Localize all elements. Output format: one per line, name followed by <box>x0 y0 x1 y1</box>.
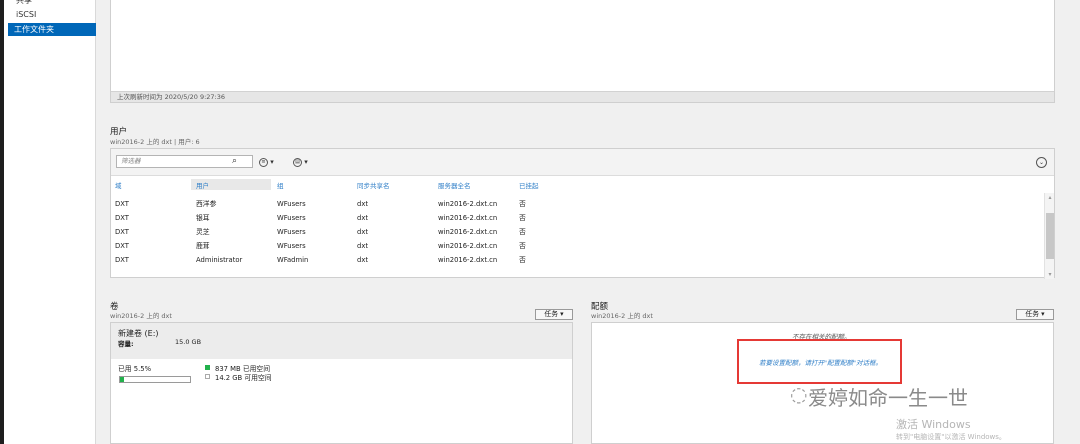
capacity-label: 容量: <box>118 340 134 348</box>
chevron-down-icon[interactable]: ⌄ <box>1036 157 1047 168</box>
group-options-button[interactable]: ▤ ▾ <box>293 156 315 168</box>
cell-sync-share: dxt <box>357 200 369 208</box>
cell-suspended: 否 <box>519 256 526 264</box>
column-header-server[interactable]: 服务器全名 <box>438 180 471 190</box>
sidebar-item-label: 共享 <box>16 0 32 5</box>
last-refresh-status: 上次刷新时间为 2020/5/20 9:27:36 <box>111 91 1054 102</box>
used-percent-label: 已用 5.5% <box>118 365 152 373</box>
chat-icon: ◌ <box>790 382 808 406</box>
capacity-value: 15.0 GB <box>175 338 202 346</box>
cell-suspended: 否 <box>519 214 526 222</box>
usage-bar-fill <box>120 377 124 382</box>
cell-suspended: 否 <box>519 200 526 208</box>
cell-suspended: 否 <box>519 228 526 236</box>
work-folders-list-panel: 上次刷新时间为 2020/5/20 9:27:36 <box>110 0 1055 103</box>
table-row[interactable]: DXT 鹿茸 WFusers dxt win2016-2.dxt.cn 否 <box>111 239 1043 253</box>
cell-sync-share: dxt <box>357 228 369 236</box>
filter-options-button[interactable]: ≡ ▾ <box>259 156 281 168</box>
usage-bar <box>119 376 191 383</box>
activate-windows-title: 激活 Windows <box>896 418 971 431</box>
cell-user: Administrator <box>196 256 243 264</box>
sidebar-item-label: 工作文件夹 <box>14 25 54 34</box>
cell-server: win2016-2.dxt.cn <box>438 256 498 264</box>
cell-user: 银耳 <box>196 214 210 222</box>
list-icon: ≡ <box>259 157 268 167</box>
column-header-suspended[interactable]: 已挂起 <box>519 180 539 190</box>
search-icon[interactable]: ⌕ <box>232 156 237 166</box>
sidebar-item-label: iSCSI <box>16 10 37 19</box>
sidebar-item-iscsi[interactable]: iSCSI <box>10 8 98 21</box>
cell-group: WFusers <box>277 228 306 236</box>
sidebar-item-work-folders[interactable]: 工作文件夹 <box>8 23 96 36</box>
table-row[interactable]: DXT 银耳 WFusers dxt win2016-2.dxt.cn 否 <box>111 211 1043 225</box>
sidebar-item-shares[interactable]: 共享 <box>10 0 98 7</box>
sidebar: 共享 iSCSI 工作文件夹 <box>4 0 96 444</box>
configure-quota-link[interactable]: 若要设置配额，请打开"配置配额"对话框。 <box>759 357 882 367</box>
column-header-domain[interactable]: 域 <box>115 180 122 190</box>
cell-group: WFusers <box>277 214 306 222</box>
users-panel: 筛选器 ⌕ ≡ ▾ ▤ ▾ ⌄ 域 用户 组 同步共享名 服务器全名 已挂起 D… <box>110 148 1055 279</box>
cell-suspended: 否 <box>519 242 526 250</box>
table-row[interactable]: DXT 灵芝 WFusers dxt win2016-2.dxt.cn 否 <box>111 225 1043 239</box>
table-row[interactable]: DXT 西洋参 WFusers dxt win2016-2.dxt.cn 否 <box>111 197 1043 211</box>
tasks-label: 任务 <box>1025 310 1039 318</box>
users-section-subtitle: win2016-2 上的 dxt | 用户: 6 <box>110 138 200 146</box>
cell-sync-share: dxt <box>357 242 369 250</box>
cell-group: WFusers <box>277 200 306 208</box>
free-space-text: 14.2 GB 可用空间 <box>215 374 272 382</box>
brand-watermark: 爱婷如命一生一世 <box>808 386 968 410</box>
column-header-group[interactable]: 组 <box>277 180 284 190</box>
volume-tasks-button[interactable]: 任务 ▾ <box>535 309 573 320</box>
scroll-up-icon[interactable]: ▴ <box>1045 194 1055 201</box>
cell-domain: DXT <box>115 228 129 236</box>
cell-sync-share: dxt <box>357 256 369 264</box>
cell-server: win2016-2.dxt.cn <box>438 200 498 208</box>
users-toolbar: 筛选器 ⌕ ≡ ▾ ▤ ▾ ⌄ <box>111 149 1054 176</box>
cell-group: WFusers <box>277 242 306 250</box>
cell-server: win2016-2.dxt.cn <box>438 228 498 236</box>
cell-user: 鹿茸 <box>196 242 210 250</box>
column-header-sync-share[interactable]: 同步共享名 <box>357 180 390 190</box>
cell-user: 灵芝 <box>196 228 210 236</box>
cell-domain: DXT <box>115 242 129 250</box>
scrollbar-thumb[interactable] <box>1046 213 1054 259</box>
used-space-legend-swatch <box>205 365 210 370</box>
table-row[interactable]: DXT Administrator WFadmin dxt win2016-2.… <box>111 253 1043 267</box>
quota-tasks-button[interactable]: 任务 ▾ <box>1016 309 1054 320</box>
grid-icon: ▤ <box>293 157 302 167</box>
quota-section-subtitle: win2016-2 上的 dxt <box>591 312 653 320</box>
column-header-user[interactable]: 用户 <box>196 180 209 190</box>
cell-domain: DXT <box>115 214 129 222</box>
activate-windows-subtitle: 转到"电脑设置"以激活 Windows。 <box>896 433 1006 441</box>
free-space-legend-swatch <box>205 374 210 379</box>
cell-server: win2016-2.dxt.cn <box>438 242 498 250</box>
cell-domain: DXT <box>115 256 129 264</box>
cell-user: 西洋参 <box>196 200 217 208</box>
scroll-down-icon[interactable]: ▾ <box>1045 271 1055 278</box>
volume-panel: 新建卷 (E:) 容量: 15.0 GB 已用 5.5% 837 MB 已用空间… <box>110 322 573 444</box>
cell-sync-share: dxt <box>357 214 369 222</box>
cell-group: WFadmin <box>277 256 309 264</box>
cell-server: win2016-2.dxt.cn <box>438 214 498 222</box>
users-scrollbar[interactable]: ▴ ▾ <box>1044 193 1054 279</box>
tasks-label: 任务 <box>544 310 558 318</box>
volume-section-subtitle: win2016-2 上的 dxt <box>110 312 172 320</box>
cell-domain: DXT <box>115 200 129 208</box>
